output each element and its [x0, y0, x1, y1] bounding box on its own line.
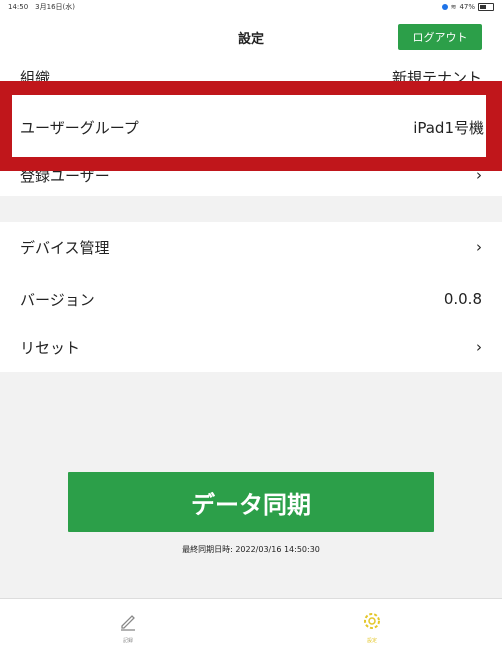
settings-row-user-group[interactable]: ユーザーグループ iPad1号機	[12, 95, 486, 157]
highlight-box: ユーザーグループ iPad1号機	[0, 81, 502, 171]
wifi-icon: ≋	[450, 3, 457, 11]
row-label: ユーザーグループ	[20, 119, 139, 137]
row-value: 0.0.8	[443, 290, 482, 308]
row-label: デバイス管理	[20, 238, 110, 257]
chevron-right-icon: ›	[476, 338, 482, 356]
status-right: ≋ 47%	[441, 0, 494, 14]
tab-record[interactable]: 記録	[108, 611, 148, 647]
tab-bar: 記録 設定	[0, 598, 502, 650]
last-sync-time: 最終同期日時: 2022/03/16 14:50:30	[182, 545, 320, 554]
logout-button[interactable]: ログアウト	[398, 24, 482, 50]
gear-icon	[364, 613, 380, 629]
battery-icon	[478, 3, 494, 11]
section-separator	[0, 196, 502, 222]
sync-section: データ同期 最終同期日時: 2022/03/16 14:50:30	[0, 372, 502, 598]
settings-row-reset[interactable]: リセット ›	[0, 322, 502, 372]
status-time: 14:50 3月16日(水)	[8, 3, 75, 11]
tab-settings[interactable]: 設定	[352, 611, 392, 647]
data-sync-button[interactable]: データ同期	[68, 472, 434, 532]
row-value: iPad1号機	[413, 119, 484, 137]
status-bar: 14:50 3月16日(水) ≋ 47%	[0, 0, 502, 14]
settings-row-version: バージョン 0.0.8	[0, 274, 502, 324]
location-icon	[441, 4, 448, 10]
battery-percent: 47%	[459, 3, 475, 11]
tab-label: 記録	[122, 638, 133, 644]
tab-label: 設定	[366, 638, 377, 644]
settings-row-device-management[interactable]: デバイス管理 ›	[0, 222, 502, 272]
pencil-icon	[121, 615, 135, 631]
row-label: リセット	[20, 338, 81, 357]
chevron-right-icon: ›	[476, 238, 482, 256]
row-label: バージョン	[20, 290, 95, 309]
